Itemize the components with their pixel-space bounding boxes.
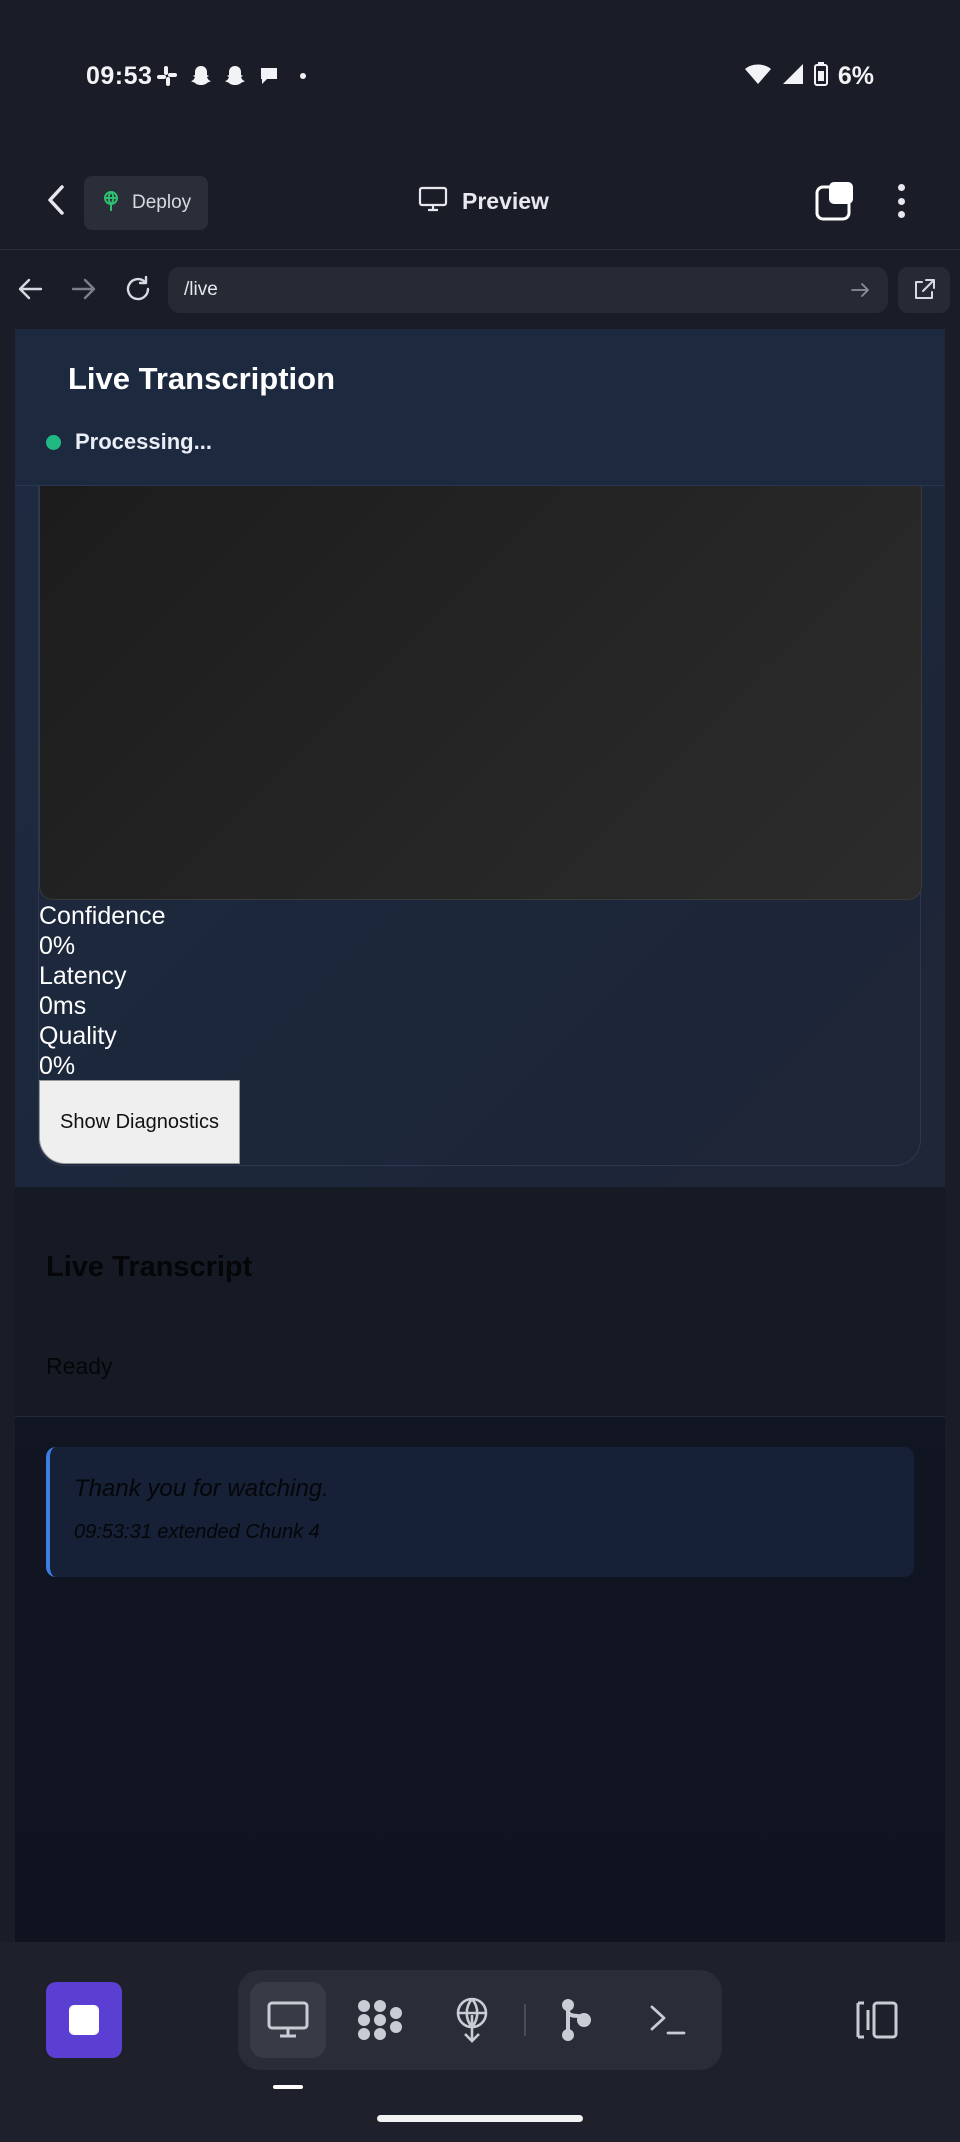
status-label: Processing...	[75, 429, 212, 454]
home-indicator[interactable]	[377, 2115, 583, 2122]
quality-label: Quality	[39, 1022, 117, 1050]
transcript-title: Live Transcript	[46, 1251, 253, 1283]
hero-header: Live Transcription Processing...	[15, 329, 945, 486]
latency-value: 0ms	[39, 992, 87, 1020]
deployments-icon[interactable]	[434, 1982, 510, 2058]
system-status-bar: 09:53 6%	[0, 0, 960, 150]
signal-icon	[782, 63, 804, 90]
web-viewport: Live Transcription Processing... Confide…	[0, 329, 960, 1942]
browser-nav-bar: /live	[0, 251, 960, 329]
chat-bubble-icon	[256, 63, 282, 89]
terminal-icon[interactable]	[630, 1982, 706, 2058]
notification-icons	[154, 63, 316, 89]
active-tab-indicator	[273, 2085, 303, 2089]
workflows-icon[interactable]	[342, 1982, 418, 2058]
slack-icon	[154, 63, 180, 89]
tool-divider	[524, 2004, 526, 2036]
snapchat-icon	[188, 63, 214, 89]
app-bar: Deploy Preview	[0, 150, 960, 250]
nav-forward-icon[interactable]	[64, 269, 104, 309]
tool-group	[238, 1970, 722, 2070]
url-text: /live	[184, 279, 218, 300]
split-view-icon[interactable]	[850, 1994, 902, 2046]
preview-title: Preview	[418, 186, 549, 217]
metrics-block: Confidence 0% Latency 0ms Quality 0%	[39, 901, 165, 1081]
snapchat-icon	[222, 63, 248, 89]
status-dot-icon	[46, 434, 61, 450]
hero-section: Live Transcription Processing... Confide…	[15, 329, 945, 1187]
deploy-label: Deploy	[132, 192, 192, 213]
preview-label: Preview	[462, 188, 549, 214]
transcript-status: Ready	[46, 1353, 113, 1379]
video-panel: Confidence 0% Latency 0ms Quality 0% Sho…	[38, 486, 922, 1166]
show-diagnostics-button[interactable]: Show Diagnostics	[39, 1080, 240, 1164]
more-options-icon[interactable]	[886, 180, 916, 222]
reload-icon[interactable]	[118, 269, 158, 309]
git-branch-icon[interactable]	[538, 1982, 614, 2058]
back-chevron-icon[interactable]	[36, 180, 76, 220]
nav-back-icon[interactable]	[10, 269, 50, 309]
confidence-value: 0%	[39, 932, 76, 960]
entry-meta: 09:53:31 extended Chunk 4	[74, 1521, 320, 1543]
stop-icon	[69, 2005, 99, 2035]
deploy-button[interactable]: Deploy	[84, 176, 208, 230]
preview-tool-monitor-icon[interactable]	[250, 1982, 326, 2058]
tabs-button[interactable]	[814, 180, 856, 222]
page-body: Live Transcription Processing... Confide…	[15, 329, 945, 1942]
status-time: 09:53	[86, 62, 153, 90]
url-go-arrow-icon[interactable]	[848, 277, 874, 303]
stop-button[interactable]	[46, 1982, 122, 2058]
deploy-icon	[100, 190, 122, 217]
dot-icon	[290, 63, 316, 89]
bottom-toolbar	[0, 1942, 960, 2142]
battery-percent: 6%	[837, 62, 874, 90]
quality-value: 0%	[39, 1052, 76, 1080]
confidence-label: Confidence	[39, 902, 166, 930]
system-indicators: 6%	[744, 62, 874, 91]
processing-status: Processing...	[46, 429, 212, 455]
latency-label: Latency	[39, 962, 127, 990]
monitor-icon	[418, 186, 448, 217]
url-input[interactable]: /live	[168, 267, 888, 313]
entry-text: Thank you for watching.	[74, 1475, 329, 1502]
video-preview	[39, 486, 922, 900]
wifi-icon	[744, 63, 772, 90]
page-title: Live Transcription	[68, 361, 336, 396]
open-external-icon[interactable]	[898, 267, 950, 313]
transcript-entry: Thank you for watching. 09:53:31 extende…	[46, 1447, 914, 1577]
battery-icon	[813, 62, 828, 91]
transcript-header: Live Transcript Ready	[15, 1187, 945, 1417]
